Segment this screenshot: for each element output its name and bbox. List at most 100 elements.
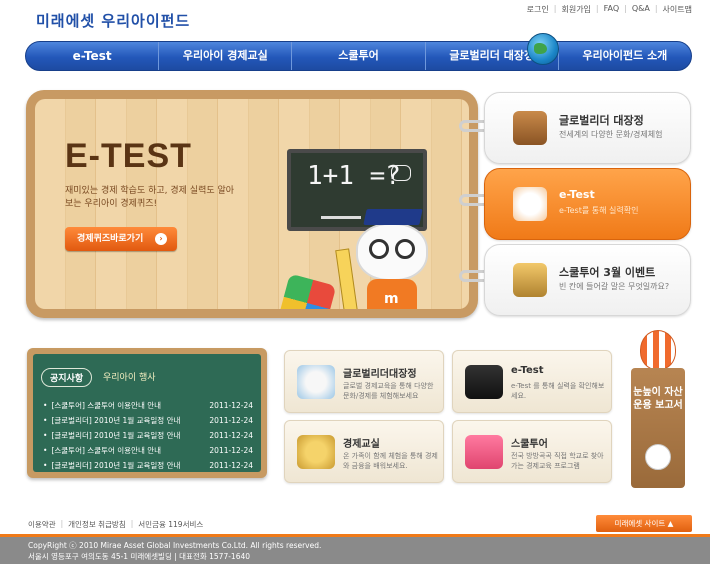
qna-link[interactable]: Q&A bbox=[632, 4, 650, 15]
privacy-link[interactable]: 개인정보 취급방침 bbox=[68, 519, 126, 530]
hero-title: E-TEST bbox=[65, 137, 192, 175]
side-tab-school-tour-event[interactable]: 스쿨투어 3월 이벤트 빈 칸에 들어갈 말은 무엇일까요? bbox=[484, 244, 691, 316]
book-icon bbox=[513, 111, 547, 145]
graduation-cap-icon bbox=[363, 209, 423, 225]
card-economy-class[interactable]: 경제교실 온 가족이 함께 체험을 통해 경제와 금융을 배워보세요. bbox=[284, 420, 444, 483]
globe-icon bbox=[527, 33, 559, 65]
footer-links: 이용약관 | 개인정보 취급방침 | 서민금융 119서비스 bbox=[28, 519, 203, 530]
glasses-icon bbox=[395, 239, 415, 259]
notice-date: 2011-12-24 bbox=[209, 431, 253, 440]
signpost-icon bbox=[513, 263, 547, 297]
company-address: 서울시 영등포구 여의도동 45-1 미래에셋빌딩 | 대표전화 1577-16… bbox=[28, 552, 251, 561]
side-tab-etest[interactable]: e-Test e-Test를 통해 실력확인 bbox=[484, 168, 691, 240]
separator: | bbox=[130, 519, 134, 528]
notice-date: 2011-12-24 bbox=[209, 401, 253, 410]
mascot-body bbox=[367, 279, 417, 309]
list-item[interactable]: • [스쿨투어] 스쿨투어 이용안내 안내 2011-12-24 bbox=[43, 398, 253, 413]
finance-service-link[interactable]: 서민금융 119서비스 bbox=[138, 519, 203, 530]
list-item[interactable]: • [글로벌리더] 2010년 1월 교육일정 안내 2011-12-24 bbox=[43, 428, 253, 443]
family-site-select[interactable]: 미래에셋 사이트 ▲ bbox=[596, 515, 692, 532]
separator: | bbox=[595, 4, 599, 13]
notice-title: 우리아이 행사 bbox=[103, 373, 156, 383]
utility-links: 로그인 | 회원가입 | FAQ | Q&A | 사이트맵 bbox=[527, 4, 692, 15]
card-title: 글로벌리더대장정 bbox=[343, 369, 417, 380]
list-item[interactable]: • [스쿨투어] 스쿨투어 이용안내 안내 2011-12-24 bbox=[43, 443, 253, 458]
dice-icon bbox=[277, 273, 337, 309]
bullet-icon: • bbox=[43, 446, 48, 455]
report-banner[interactable]: 눈높이 자산운용 보고서 bbox=[631, 368, 685, 488]
bullet-icon: • bbox=[43, 416, 48, 425]
banner-text: 눈높이 자산운용 보고서 bbox=[633, 387, 683, 411]
graduation-cap-icon bbox=[297, 435, 335, 469]
notice-date: 2011-12-24 bbox=[209, 446, 253, 455]
side-tab-desc: 전세계의 다양한 문화/경제체험 bbox=[559, 130, 663, 139]
hot-air-balloon-icon bbox=[640, 330, 676, 370]
card-school-tour[interactable]: 스쿨투어 전국 방방곡곡 직접 학교로 찾아가는 경제교육 프로그램 bbox=[452, 420, 612, 483]
signup-link[interactable]: 회원가입 bbox=[561, 4, 590, 15]
bullet-icon: • bbox=[43, 461, 48, 470]
notice-board: 공지사항 우리아이 행사 • [스쿨투어] 스쿨투어 이용안내 안내 2011-12… bbox=[27, 348, 267, 478]
cat-mascot bbox=[351, 209, 441, 309]
hero-subtitle: 재미있는 경제 학습도 하고, 경제 실력도 알아보는 우리아이 경제퀴즈! bbox=[65, 186, 235, 209]
card-title: e-Test bbox=[511, 365, 544, 376]
card-desc: 글로벌 경제교육을 통해 다양한 문화/경제를 체험해보세요 bbox=[343, 382, 434, 400]
footer: CopyRight ⓒ 2010 Mirae Asset Global Inve… bbox=[0, 534, 710, 564]
separator: | bbox=[624, 4, 627, 13]
side-tab-title: e-Test bbox=[559, 188, 595, 201]
list-item[interactable]: • [글로벌리더] 2010년 1월 교육일정 안내 2011-12-24 bbox=[43, 413, 253, 428]
notice-text: [글로벌리더] 2010년 1월 교육일정 안내 bbox=[51, 416, 181, 425]
login-link[interactable]: 로그인 bbox=[527, 4, 549, 15]
quiz-shortcut-label: 경제퀴즈바로가기 bbox=[77, 234, 144, 244]
card-title: 스쿨투어 bbox=[511, 439, 548, 450]
bullet-icon: • bbox=[43, 431, 48, 440]
mascot-icon bbox=[645, 444, 671, 470]
hero-banner: E-TEST 재미있는 경제 학습도 하고, 경제 실력도 알아보는 우리아이 … bbox=[26, 90, 478, 318]
mascot-icon bbox=[513, 187, 547, 221]
list-item[interactable]: • [글로벌리더] 2010년 1월 교육일정 안내 2011-12-24 bbox=[43, 458, 253, 473]
notice-tag[interactable]: 공지사항 bbox=[41, 368, 93, 387]
bus-icon bbox=[465, 435, 503, 469]
side-tab-desc: e-Test를 통해 실력확인 bbox=[559, 206, 639, 215]
card-global-leader[interactable]: 글로벌리더대장정 글로벌 경제교육을 통해 다양한 문화/경제를 체험해보세요 bbox=[284, 350, 444, 413]
notice-chalkboard: 공지사항 우리아이 행사 • [스쿨투어] 스쿨투어 이용안내 안내 2011-12… bbox=[33, 354, 261, 472]
side-tab-desc: 빈 칸에 들어갈 말은 무엇일까요? bbox=[559, 282, 670, 291]
notice-list: • [스쿨투어] 스쿨투어 이용안내 안내 2011-12-24 • [글로벌리더] … bbox=[43, 398, 253, 473]
separator: | bbox=[553, 4, 557, 13]
side-tab-title: 글로벌리더 대장정 bbox=[559, 114, 644, 127]
card-etest[interactable]: e-Test e-Test 를 통해 실력을 확인해보세요. bbox=[452, 350, 612, 413]
notice-date: 2011-12-24 bbox=[209, 461, 253, 470]
card-desc: e-Test 를 통해 실력을 확인해보세요. bbox=[511, 382, 605, 400]
separator: | bbox=[60, 519, 64, 528]
nav-item-school-tour[interactable]: 스쿨투어 bbox=[291, 42, 424, 70]
nav-item-fund-intro[interactable]: 우리아이펀드 소개 bbox=[557, 42, 691, 70]
side-tab-title: 스쿨투어 3월 이벤트 bbox=[559, 266, 656, 279]
glasses-icon bbox=[369, 239, 389, 259]
family-site-label: 미래에셋 사이트 bbox=[614, 519, 666, 528]
chalkboard-icon bbox=[465, 365, 503, 399]
mascot-head bbox=[356, 223, 428, 281]
chevron-up-icon: ▲ bbox=[667, 519, 674, 528]
nav-item-etest[interactable]: e-Test bbox=[26, 42, 158, 70]
notice-text: [글로벌리더] 2010년 1월 교육일정 안내 bbox=[51, 461, 181, 470]
side-tab-global-leader[interactable]: 글로벌리더 대장정 전세계의 다양한 문화/경제체험 bbox=[484, 92, 691, 164]
sitemap-link[interactable]: 사이트맵 bbox=[663, 4, 692, 15]
card-desc: 전국 방방곡곡 직접 학교로 찾아가는 경제교육 프로그램 bbox=[511, 452, 604, 470]
notice-text: [글로벌리더] 2010년 1월 교육일정 안내 bbox=[51, 431, 181, 440]
notice-date: 2011-12-24 bbox=[209, 416, 253, 425]
quiz-shortcut-button[interactable]: 경제퀴즈바로가기 › bbox=[65, 227, 177, 251]
cat-doodle-icon bbox=[391, 165, 411, 181]
chevron-right-icon: › bbox=[155, 233, 167, 245]
separator: | bbox=[654, 4, 658, 13]
faq-link[interactable]: FAQ bbox=[604, 4, 620, 15]
notice-text: [스쿨투어] 스쿨투어 이용안내 안내 bbox=[51, 401, 162, 410]
bullet-icon: • bbox=[43, 401, 48, 410]
terms-link[interactable]: 이용약관 bbox=[28, 519, 56, 530]
card-title: 경제교실 bbox=[343, 439, 380, 450]
chalkboard-text: 1+1 =? bbox=[307, 161, 401, 191]
copyright: CopyRight ⓒ 2010 Mirae Asset Global Inve… bbox=[28, 541, 322, 550]
mascot-globe-icon bbox=[297, 365, 335, 399]
card-desc: 온 가족이 함께 체험을 통해 경제와 금융을 배워보세요. bbox=[343, 452, 438, 470]
nav-item-economy-class[interactable]: 우리아이 경제교실 bbox=[158, 42, 291, 70]
notice-text: [스쿨투어] 스쿨투어 이용안내 안내 bbox=[51, 446, 162, 455]
site-logo[interactable]: 미래에셋 우리아이펀드 bbox=[36, 10, 190, 31]
